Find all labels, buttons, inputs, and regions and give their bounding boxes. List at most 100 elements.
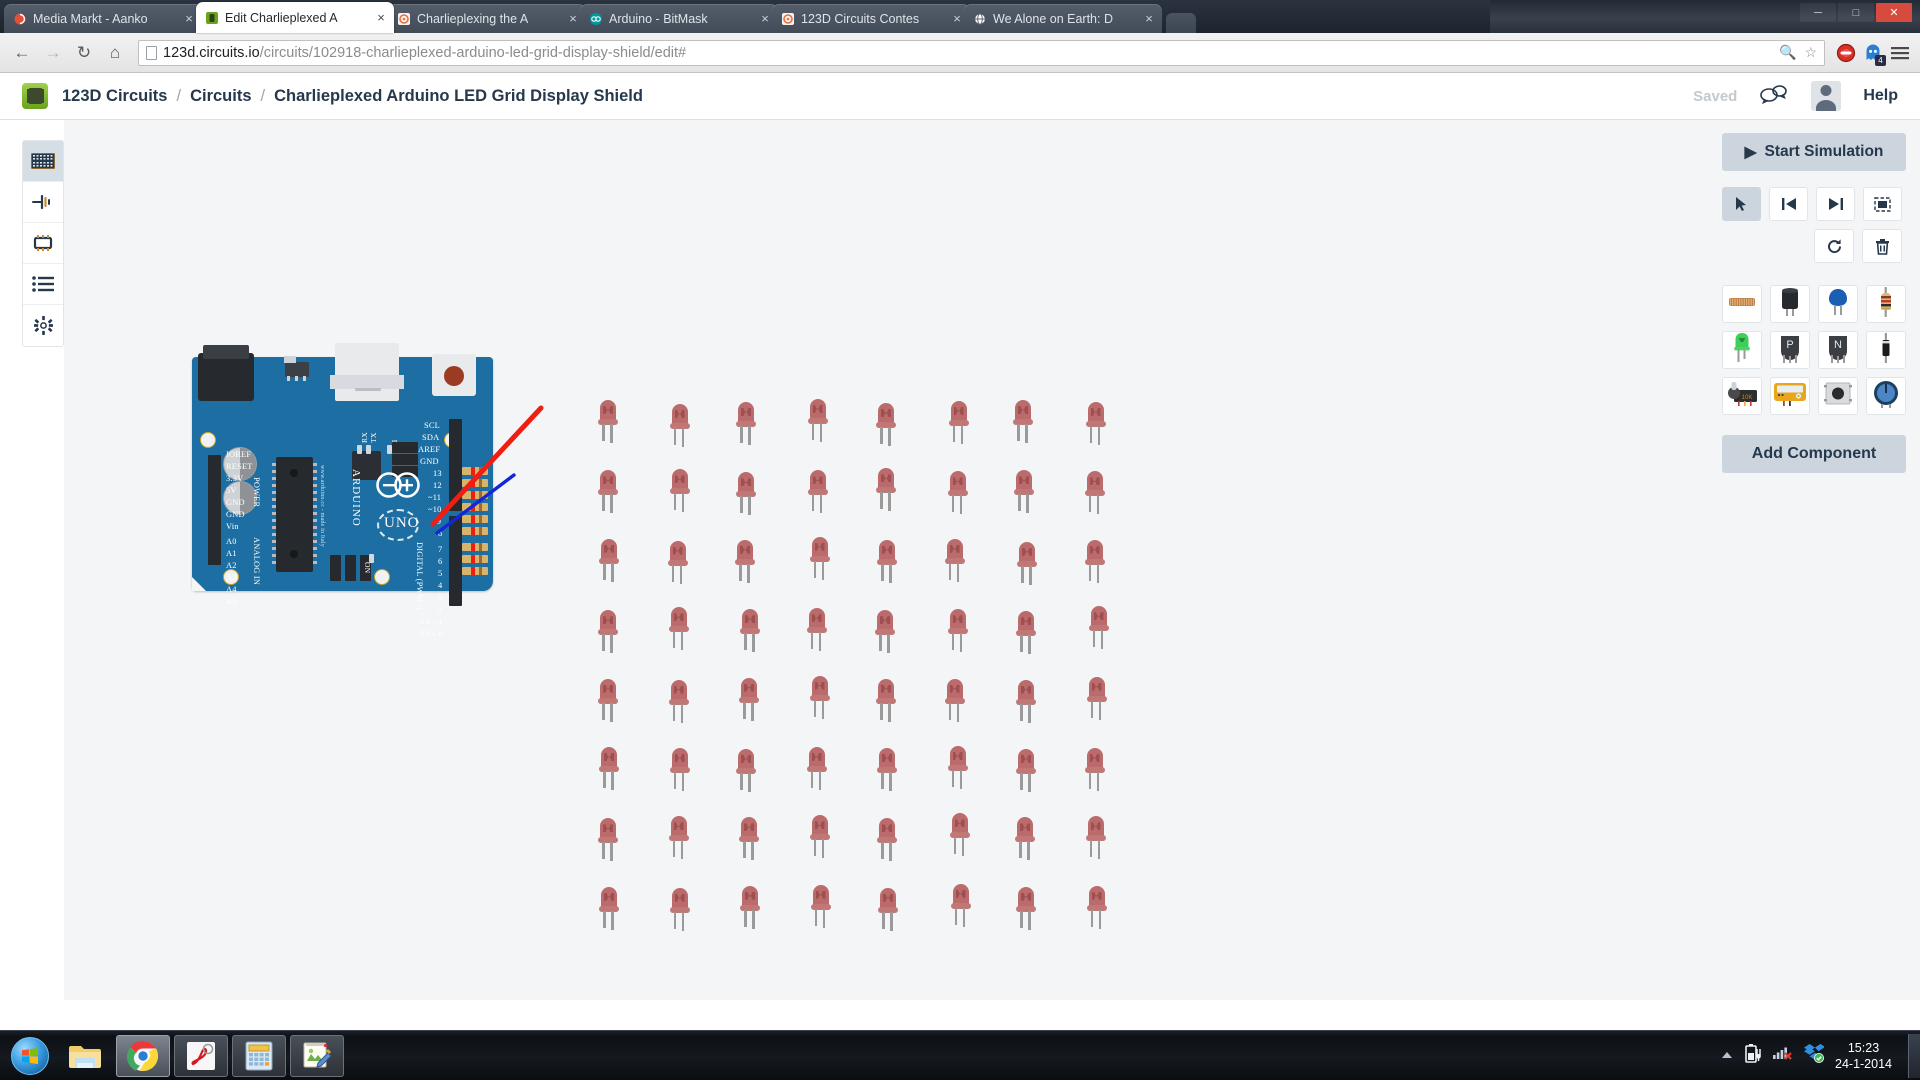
led-r5-c3[interactable] [738,678,760,724]
led-r2-c4[interactable] [807,470,829,516]
wire-stub-11[interactable] [462,491,488,499]
ghostery-icon[interactable]: 4 [1861,41,1885,65]
led-r8-c4[interactable] [810,885,832,931]
led-r1-c1[interactable] [597,400,619,446]
led-r8-c2[interactable] [669,888,691,934]
user-avatar[interactable] [1811,81,1841,111]
led-r2-c2[interactable] [669,469,691,515]
digital-header-top[interactable] [449,419,462,511]
palette-item-npn-transistor[interactable]: N [1818,331,1858,369]
dropbox-icon[interactable] [1804,1043,1824,1068]
delete-button[interactable] [1862,229,1902,263]
close-window-button[interactable]: ✕ [1876,3,1912,22]
step-back-button[interactable] [1769,187,1808,221]
led-r1-c4[interactable] [807,399,829,445]
palette-item-inductor[interactable] [1722,285,1762,323]
taskbar-file-explorer[interactable] [58,1035,112,1077]
browser-tab-1[interactable]: Edit Charlieplexed A× [196,2,394,33]
led-r8-c7[interactable] [1015,887,1037,933]
led-r7-c1[interactable] [597,818,619,864]
led-r6-c2[interactable] [669,748,691,794]
home-button[interactable]: ⌂ [101,39,129,67]
new-tab-button[interactable] [1166,13,1196,33]
led-r4-c7[interactable] [1015,611,1037,657]
taskbar-calculator[interactable] [232,1035,286,1077]
led-r1-c2[interactable] [669,404,691,450]
led-r5-c1[interactable] [597,679,619,725]
palette-item-potentiometer[interactable]: 10K [1722,377,1762,415]
led-r4-c8[interactable] [1088,606,1110,652]
led-r7-c3[interactable] [738,817,760,863]
led-r6-c1[interactable] [598,747,620,793]
led-r5-c4[interactable] [809,676,831,722]
browser-tab-5[interactable]: We Alone on Earth: D× [964,4,1162,33]
close-tab-button[interactable]: × [374,11,388,24]
address-bar[interactable]: 123d.circuits.io/circuits/102918-charlie… [138,40,1825,66]
hamburger-menu-icon[interactable] [1888,41,1912,65]
palette-item-multimeter[interactable] [1770,377,1810,415]
reload-button[interactable]: ↻ [70,39,98,67]
led-r1-c5[interactable] [875,403,897,449]
adblock-icon[interactable] [1834,41,1858,65]
palette-item-ceramic-capacitor[interactable] [1818,285,1858,323]
led-r7-c4[interactable] [809,815,831,861]
led-r4-c3[interactable] [739,609,761,655]
led-r3-c3[interactable] [734,540,756,586]
led-r2-c5[interactable] [875,468,897,514]
browser-tab-3[interactable]: Arduino - BitMask× [580,4,778,33]
circuit-canvas[interactable]: IOREF RESET 3.3V 5V GND GND Vin POWER A0… [64,120,1704,1000]
power-header[interactable] [208,455,221,565]
led-r8-c6[interactable] [950,884,972,930]
show-desktop-button[interactable] [1908,1034,1920,1078]
led-r5-c6[interactable] [944,679,966,725]
wire-stub-5[interactable] [462,567,488,575]
led-r5-c7[interactable] [1015,680,1037,726]
sidebar-item-settings[interactable] [23,305,63,346]
led-r8-c3[interactable] [739,886,761,932]
palette-item-pushbutton[interactable] [1818,377,1858,415]
led-r7-c2[interactable] [668,816,690,862]
sidebar-item-schematic-view[interactable] [23,182,63,223]
led-r4-c5[interactable] [874,610,896,656]
browser-tab-0[interactable]: Media Markt - Aanko× [4,4,202,33]
taskbar-adobe-acrobat[interactable] [174,1035,228,1077]
led-r3-c4[interactable] [809,537,831,583]
palette-item-diode[interactable] [1866,331,1906,369]
palette-item-dc-motor[interactable] [1866,377,1906,415]
led-r6-c7[interactable] [1015,749,1037,795]
network-disconnected-icon[interactable] [1773,1044,1793,1067]
led-r3-c2[interactable] [667,541,689,587]
close-tab-button[interactable]: × [758,12,772,25]
close-tab-button[interactable]: × [1142,12,1156,25]
sidebar-item-breadboard-view[interactable] [23,141,63,182]
led-r6-c6[interactable] [947,746,969,792]
clock[interactable]: 15:23 24-1-2014 [1835,1040,1892,1072]
led-r5-c8[interactable] [1086,677,1108,723]
led-r7-c7[interactable] [1014,817,1036,863]
minimize-button[interactable]: ─ [1800,3,1836,22]
taskbar-google-chrome[interactable] [116,1035,170,1077]
sidebar-item-pcb-view[interactable] [23,223,63,264]
wire-stub-12[interactable] [462,479,488,487]
led-r2-c7[interactable] [1013,470,1035,516]
add-component-button[interactable]: Add Component [1722,435,1906,473]
help-link[interactable]: Help [1863,87,1898,105]
led-r3-c6[interactable] [944,539,966,585]
led-r5-c2[interactable] [668,680,690,726]
forward-button[interactable]: → [39,39,67,67]
led-r1-c8[interactable] [1085,402,1107,448]
led-r2-c1[interactable] [597,470,619,516]
browser-tab-4[interactable]: 123D Circuits Contes× [772,4,970,33]
led-r1-c3[interactable] [735,402,757,448]
led-r5-c5[interactable] [875,679,897,725]
led-r1-c6[interactable] [948,401,970,447]
led-r8-c8[interactable] [1086,886,1108,932]
palette-item-pnp-transistor[interactable]: P [1770,331,1810,369]
fit-to-screen-button[interactable] [1863,187,1902,221]
led-r7-c5[interactable] [876,818,898,864]
sidebar-item-components-list[interactable] [23,264,63,305]
start-simulation-button[interactable]: ▶ Start Simulation [1722,133,1906,171]
led-r3-c1[interactable] [598,539,620,585]
close-tab-button[interactable]: × [182,12,196,25]
led-r2-c8[interactable] [1084,471,1106,517]
